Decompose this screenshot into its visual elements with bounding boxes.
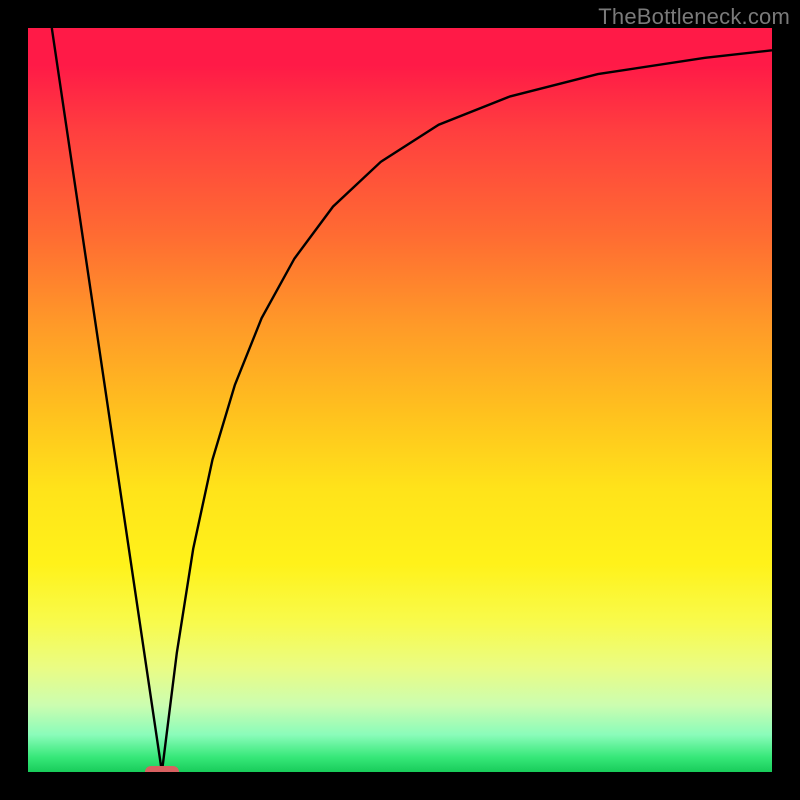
watermark-text: TheBottleneck.com: [598, 4, 790, 30]
minimum-marker: [145, 766, 179, 772]
chart-frame: TheBottleneck.com: [0, 0, 800, 800]
bottleneck-curve: [28, 28, 772, 772]
plot-area: [28, 28, 772, 772]
curve-path: [52, 28, 772, 772]
